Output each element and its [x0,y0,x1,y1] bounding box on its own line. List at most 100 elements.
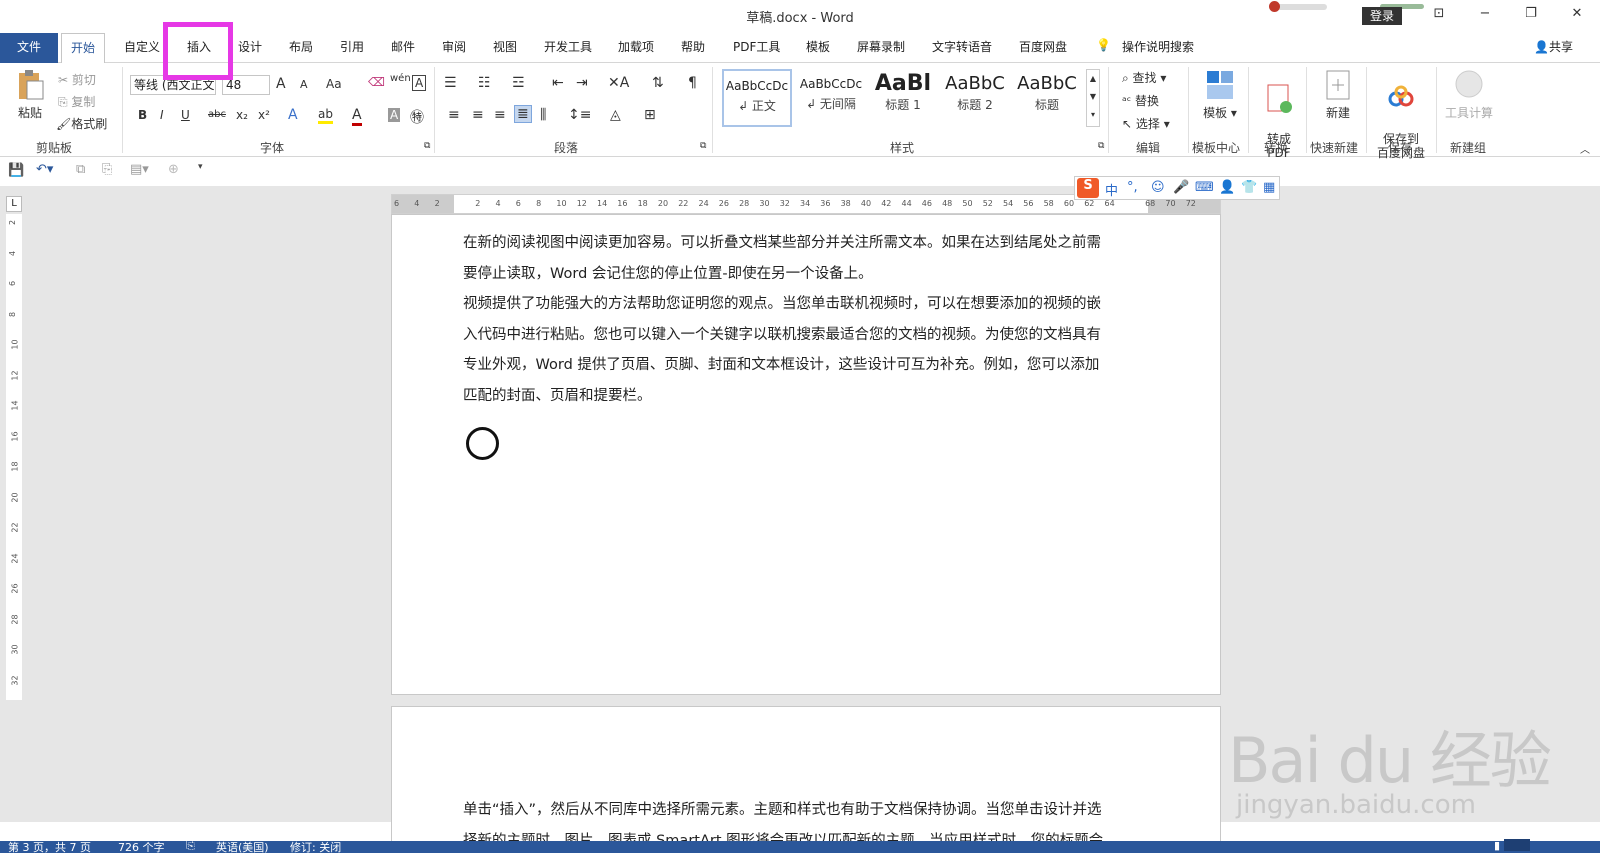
align-left-icon[interactable]: ≡ [448,107,460,123]
paste-button[interactable]: 粘贴 [10,67,50,121]
tab-tts[interactable]: 文字转语音 [932,38,992,55]
document-line[interactable]: 视频提供了功能强大的方法帮助您证明您的观点。当您单击联机视频时，可以在想要添加的… [463,289,1153,320]
redo-icon[interactable]: ⧉ [76,162,85,177]
style-heading-1[interactable]: AaBl 标题 1 [868,69,938,127]
increase-indent-icon[interactable]: ⇥ [576,75,588,91]
italic-button[interactable]: I [160,108,164,122]
circle-shape[interactable] [466,427,499,460]
format-copy-icon[interactable]: ⎘ [102,162,112,177]
layout-icon[interactable]: ▤▾ [130,162,149,177]
grid-icon[interactable]: ▦ [1263,180,1275,195]
new-doc-button[interactable]: 新建 [1314,67,1362,121]
align-right-icon[interactable]: ≡ [494,107,506,123]
change-case-button[interactable]: Aa [326,77,342,91]
char-shading-icon[interactable]: A [388,108,401,122]
borders-icon[interactable]: ⊞ [644,107,656,123]
tab-design[interactable]: 设计 [238,38,262,55]
bullets-icon[interactable]: ☰ [444,75,457,91]
tool-calc-button[interactable]: 工具计算 [1440,67,1498,121]
user-icon[interactable]: 👤 [1219,180,1235,195]
document-line[interactable]: 单击“插入”，然后从不同库中选择所需元素。主题和样式也有助于文档保持协调。当您单… [463,795,1153,826]
strikethrough-button[interactable]: abc [208,109,226,120]
skin-icon[interactable]: 👕 [1241,180,1257,195]
line-spacing-icon[interactable]: ↕≡ [568,107,591,123]
read-mode-icon[interactable]: ▮ [1494,839,1500,852]
document-line[interactable]: 入代码中进行粘贴。您也可以键入一个关键字以联机搜索最适合您的文档的视频。为使您的… [463,320,1153,351]
document-line[interactable]: 要停止读取，Word 会记住您的停止位置-即使在另一个设备上。 [463,259,1153,290]
font-dialog-launcher-icon[interactable]: ⧉ [424,141,430,151]
numbering-icon[interactable]: ☷ [478,75,491,91]
decrease-indent-icon[interactable]: ⇤ [552,75,564,91]
tab-custom[interactable]: 自定义 [124,38,160,55]
print-layout-icon[interactable] [1504,839,1530,851]
styles-dialog-launcher-icon[interactable]: ⧉ [1098,141,1104,151]
tab-selector[interactable]: L [6,196,22,212]
tab-pdf-tools[interactable]: PDF工具 [733,38,780,55]
style-heading-2[interactable]: AaBbC 标题 2 [940,69,1010,127]
tab-references[interactable]: 引用 [340,38,364,55]
text-effects-icon[interactable]: A [288,107,298,123]
sort-icon[interactable]: ⇅ [652,75,664,91]
copy-button[interactable]: ⎘ 复制 [58,93,95,110]
superscript-button[interactable]: x² [258,108,270,122]
char-border-button[interactable]: A [412,75,427,91]
login-button[interactable]: 登录 [1362,7,1402,25]
new-page-icon[interactable]: ⊕ [168,162,179,177]
document-line[interactable]: 匹配的封面、页眉和提要栏。 [463,381,1153,412]
clear-format-icon[interactable]: ⌫ [368,75,385,89]
undo-icon[interactable]: ↶▾ [36,162,53,177]
keyboard-icon[interactable]: ⌨ [1195,180,1214,195]
restore-button[interactable]: ❐ [1516,6,1546,26]
template-button[interactable]: 模板 ▾ [1196,67,1244,121]
minimize-button[interactable]: − [1470,6,1500,26]
save-icon[interactable]: 💾 [8,163,24,178]
tab-home[interactable]: 开始 [61,33,105,63]
close-button[interactable]: ✕ [1562,6,1592,26]
grow-font-button[interactable]: A [276,76,286,92]
tab-baidu-pan[interactable]: 百度网盘 [1019,38,1067,55]
share-button[interactable]: 👤共享 [1534,38,1573,55]
track-changes[interactable]: 修订: 关闭 [290,839,341,853]
multilevel-list-icon[interactable]: ☲ [512,75,525,91]
tab-templates[interactable]: 模板 [806,38,830,55]
highlight-icon[interactable]: ab [318,107,333,124]
chinese-layout-icon[interactable]: ✕A [608,75,629,91]
paragraph-dialog-launcher-icon[interactable]: ⧉ [700,141,706,151]
replace-button[interactable]: ᵃᶜ 替换 [1122,92,1159,109]
subscript-button[interactable]: x₂ [236,108,248,122]
distributed-icon[interactable]: ⫼ [540,107,546,123]
style-title[interactable]: AaBbC 标题 [1012,69,1082,127]
font-color-icon[interactable]: A [352,107,362,126]
collapse-ribbon-icon[interactable]: ︿ [1580,141,1590,156]
find-button[interactable]: ⌕ 查找 ▾ [1122,69,1166,86]
tell-me-search[interactable]: 操作说明搜索 [1122,38,1194,55]
cut-button[interactable]: ✂ 剪切 [58,71,96,88]
tab-review[interactable]: 审阅 [442,38,466,55]
tab-file[interactable]: 文件 [0,33,58,63]
shrink-font-button[interactable]: A [300,78,308,91]
emoji-icon[interactable]: ☺ [1151,180,1165,195]
shading-icon[interactable]: ◬ [610,107,621,123]
styles-scroll[interactable]: ▲ ▼ ▾ [1086,69,1100,127]
phonetic-guide-button[interactable]: wén [390,73,411,84]
align-center-icon[interactable]: ≡ [472,107,484,123]
ime-punctuation-icon[interactable]: °, [1127,180,1138,195]
enclose-char-icon[interactable]: ㊕ [410,107,424,127]
microphone-icon[interactable]: 🎤 [1173,180,1189,195]
bold-button[interactable]: B [138,108,147,122]
document-line[interactable]: 在新的阅读视图中阅读更加容易。可以折叠文档某些部分并关注所需文本。如果在达到结尾… [463,228,1153,259]
tab-view[interactable]: 视图 [493,38,517,55]
word-count[interactable]: 726 个字 [118,839,165,853]
tab-mailings[interactable]: 邮件 [391,38,415,55]
language[interactable]: 英语(美国) [216,839,269,853]
customize-qat-icon[interactable]: ▾ [198,162,203,172]
ribbon-display-icon[interactable]: ⊡ [1424,6,1454,26]
style-no-spacing[interactable]: AaBbCcDc ↲ 无间隔 [796,69,866,127]
vertical-ruler[interactable]: 2 4 6 8 10 12 14 16 18 20 22 24 26 28 30 32 [6,214,22,700]
select-button[interactable]: ↖ 选择 ▾ [1122,115,1170,132]
proofing-icon[interactable]: ⎘ [186,839,195,853]
show-marks-icon[interactable]: ¶ [688,75,697,91]
document-line[interactable]: 专业外观，Word 提供了页眉、页脚、封面和文本框设计，这些设计可互为补充。例如… [463,350,1153,381]
tab-developer[interactable]: 开发工具 [544,38,592,55]
tab-addins[interactable]: 加载项 [618,38,654,55]
